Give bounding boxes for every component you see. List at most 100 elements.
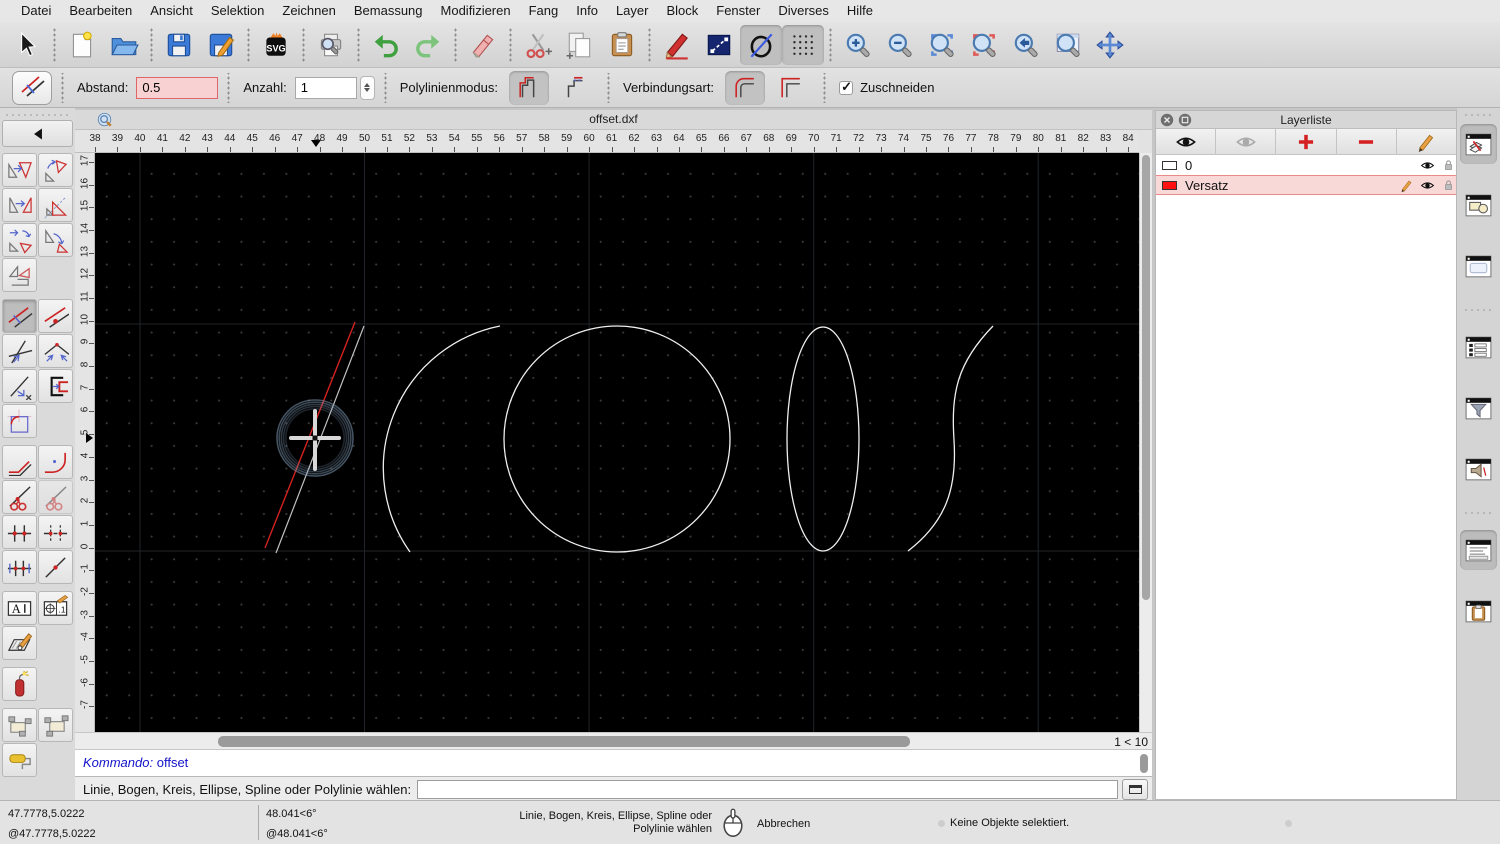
menu-item-datei[interactable]: Datei	[12, 0, 60, 22]
menu-item-bearbeiten[interactable]: Bearbeiten	[60, 0, 141, 22]
selection-arrow-button[interactable]	[6, 25, 48, 65]
edit-layer-button[interactable]	[1397, 129, 1456, 154]
ellipse-entity[interactable]	[786, 326, 860, 552]
lock-icon[interactable]	[1435, 158, 1452, 173]
abstand-input[interactable]	[136, 76, 219, 99]
save-as-button[interactable]	[200, 25, 242, 65]
command-line-panel-button[interactable]	[1460, 530, 1497, 570]
order-to-front-button[interactable]	[2, 708, 37, 742]
trim-checkbox-wrap[interactable]: Zuschneiden	[839, 79, 935, 95]
modify-edit-hatch-button[interactable]	[2, 626, 37, 660]
menu-item-block[interactable]: Block	[657, 0, 707, 22]
modify-fillet-button[interactable]	[38, 445, 73, 479]
polyline-mode-offset-button[interactable]	[508, 70, 549, 105]
modify-trim-button[interactable]	[2, 334, 37, 368]
modify-flip-button[interactable]	[38, 223, 73, 257]
horizontal-scrollbar[interactable]: 1 < 10	[75, 732, 1152, 750]
copy-button[interactable]	[559, 25, 601, 65]
arc-entity[interactable]	[382, 325, 501, 553]
stepper-up-icon[interactable]	[364, 83, 371, 87]
layer-row-0[interactable]: 0	[1156, 155, 1456, 175]
menu-item-fang[interactable]: Fang	[520, 0, 568, 22]
offset-tool-button[interactable]	[740, 24, 782, 65]
block-list-panel-button[interactable]	[1460, 185, 1497, 225]
modify-offset-button[interactable]	[2, 299, 37, 333]
eraser-button[interactable]	[462, 25, 504, 65]
zoom-auto-button[interactable]	[921, 25, 963, 65]
polyline-mode-segment-button[interactable]	[555, 71, 595, 105]
menu-item-ansicht[interactable]: Ansicht	[141, 0, 202, 22]
undo-button[interactable]	[365, 25, 407, 65]
save-button[interactable]	[158, 25, 200, 65]
modify-cut-faded-button[interactable]	[38, 480, 73, 514]
layer-list-panel-button[interactable]	[1460, 124, 1497, 164]
command-panel-toggle-button[interactable]	[1122, 779, 1148, 800]
circle-entity[interactable]	[503, 325, 731, 553]
connection-sharp-button[interactable]	[771, 71, 811, 105]
command-input[interactable]	[417, 780, 1118, 799]
layer-row-versatz[interactable]: Versatz	[1156, 175, 1456, 195]
redo-button[interactable]	[407, 25, 449, 65]
vertical-scrollbar-thumb[interactable]	[1142, 155, 1150, 600]
modify-move-rotate-button[interactable]	[2, 223, 37, 257]
trim-checkbox[interactable]	[839, 79, 854, 95]
modify-scale-button[interactable]	[38, 188, 73, 222]
modify-edit-dimension-button[interactable]: .1	[38, 591, 73, 625]
hide-layer-button[interactable]	[1216, 129, 1277, 154]
pan-button[interactable]	[1089, 25, 1131, 65]
clipboard-panel-button[interactable]	[1460, 591, 1497, 631]
modify-offset-point-button[interactable]	[38, 299, 73, 333]
anzahl-stepper[interactable]	[359, 75, 375, 100]
eye-icon[interactable]	[1414, 178, 1435, 193]
history-scrollbar-thumb[interactable]	[1140, 754, 1148, 773]
order-to-back-button[interactable]	[38, 708, 73, 742]
eye-icon[interactable]	[1414, 158, 1435, 173]
line-tool-button[interactable]	[698, 25, 740, 65]
offset-tool-button[interactable]	[12, 70, 52, 105]
dock-drag-handle[interactable]	[1463, 112, 1494, 118]
connection-round-button[interactable]	[725, 70, 766, 105]
spline-entity[interactable]	[907, 325, 994, 552]
zoom-in-button[interactable]	[837, 25, 879, 65]
modify-lengthen-button[interactable]	[2, 369, 37, 403]
drawing-canvas[interactable]	[95, 153, 1139, 732]
modify-round-button[interactable]	[2, 404, 37, 438]
lock-icon[interactable]	[1435, 178, 1452, 193]
modify-break-gap-button[interactable]	[2, 550, 37, 584]
show-layer-button[interactable]	[1156, 129, 1217, 154]
menu-item-selektion[interactable]: Selektion	[202, 0, 273, 22]
menu-item-bemassung[interactable]: Bemassung	[345, 0, 432, 22]
zoom-selection-button[interactable]	[963, 25, 1005, 65]
menu-item-modifizieren[interactable]: Modifizieren	[432, 0, 520, 22]
new-file-button[interactable]	[61, 25, 103, 65]
modify-mirror-button[interactable]	[2, 188, 37, 222]
menu-item-fenster[interactable]: Fenster	[707, 0, 769, 22]
add-layer-button[interactable]	[1276, 129, 1337, 154]
modify-divide-button[interactable]	[2, 515, 37, 549]
modify-explode-button[interactable]	[2, 667, 37, 701]
menu-item-diverses[interactable]: Diverses	[769, 0, 838, 22]
zoom-out-button[interactable]	[879, 25, 921, 65]
svg-export-button[interactable]: SVG	[255, 25, 297, 65]
modify-transform-button[interactable]	[2, 258, 37, 292]
vertical-scrollbar[interactable]	[1139, 153, 1152, 732]
grid-toggle-button[interactable]	[782, 24, 824, 65]
cut-button[interactable]	[517, 25, 559, 65]
menu-item-info[interactable]: Info	[567, 0, 607, 22]
stepper-down-icon[interactable]	[364, 88, 371, 92]
offset-preview-line[interactable]	[264, 321, 356, 549]
paste-button[interactable]	[601, 25, 643, 65]
selection-filter-panel-button[interactable]	[1460, 388, 1497, 428]
paint-roller-button[interactable]	[2, 743, 37, 777]
menu-item-zeichnen[interactable]: Zeichnen	[273, 0, 344, 22]
modify-rotate-button[interactable]	[38, 153, 73, 187]
remove-layer-button[interactable]	[1337, 129, 1397, 154]
modify-clip-button[interactable]	[38, 369, 73, 403]
zoom-window-button[interactable]	[1047, 25, 1089, 65]
palette-drag-handle[interactable]	[4, 112, 71, 118]
modify-edit-text-button[interactable]: A	[2, 591, 37, 625]
modify-trim-both-button[interactable]	[38, 334, 73, 368]
draw-pen-button[interactable]	[656, 25, 698, 65]
modify-break-segment-button[interactable]	[38, 515, 73, 549]
menu-item-layer[interactable]: Layer	[607, 0, 658, 22]
